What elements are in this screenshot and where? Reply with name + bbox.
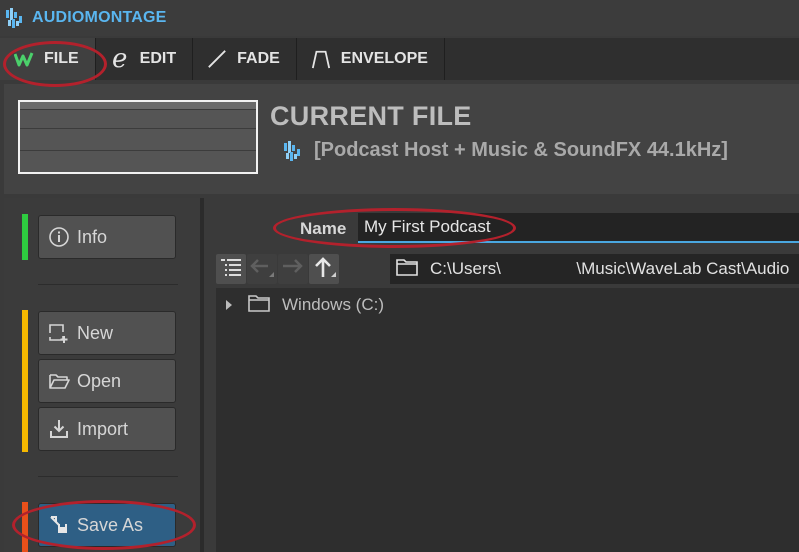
info-button-label: Info <box>77 226 108 247</box>
file-ops-group-accent <box>22 310 28 452</box>
sidebar-divider <box>38 476 178 477</box>
sidebar-divider <box>38 284 178 285</box>
save-group-accent <box>22 502 28 552</box>
file-name-input[interactable] <box>358 213 799 243</box>
arrow-right-icon <box>280 255 306 284</box>
tree-item-windows-drive[interactable]: Windows (C:) <box>216 292 384 318</box>
tree-item-label: Windows (C:) <box>282 295 385 314</box>
path-field[interactable]: C:\Users\ \Music\WaveLab Cast\Audio <box>390 254 799 284</box>
import-icon <box>47 418 71 440</box>
wavelab-logo-icon <box>14 48 34 70</box>
montage-thumbnail[interactable] <box>18 100 258 174</box>
info-button[interactable]: Info <box>38 215 176 259</box>
folder-tree: Windows (C:) <box>216 288 799 552</box>
tab-file-label: FILE <box>44 50 79 67</box>
save-as-button[interactable]: Save As <box>38 503 176 547</box>
open-button[interactable]: Open <box>38 359 176 403</box>
save-as-icon <box>47 514 71 536</box>
app-title: AUDIOMONTAGE <box>32 9 167 26</box>
thumbnail-track-line <box>20 128 256 129</box>
file-sidebar: Info New Open Import Save As <box>4 198 200 552</box>
import-button-label: Import <box>77 418 129 439</box>
info-group-accent <box>22 214 28 260</box>
new-file-icon <box>47 322 71 344</box>
current-file-header: CURRENT FILE [Podcast Host + Music & Sou… <box>4 84 799 194</box>
new-button-label: New <box>77 322 114 343</box>
info-icon <box>47 226 71 248</box>
audiomontage-icon <box>6 8 22 28</box>
envelope-shape-icon <box>311 48 331 70</box>
import-button[interactable]: Import <box>38 407 176 451</box>
folder-icon <box>248 294 270 317</box>
arrow-left-icon <box>249 255 275 284</box>
open-button-label: Open <box>77 370 122 391</box>
folder-icon <box>396 258 418 281</box>
tab-envelope-label: ENVELOPE <box>340 50 428 67</box>
forward-button[interactable] <box>278 254 308 284</box>
path-text: C:\Users\ \Music\WaveLab Cast\Audio <box>430 259 790 278</box>
current-file-description: [Podcast Host + Music & SoundFX 44.1kHz] <box>282 139 728 162</box>
e-letter-icon: e <box>111 44 128 74</box>
ribbon-tab-bar: FILE e EDIT FADE ENVELOPE <box>0 38 799 80</box>
up-folder-button[interactable] <box>309 254 339 284</box>
tab-fade-label: FADE <box>237 50 280 67</box>
name-label: Name <box>300 219 347 238</box>
file-description-text: [Podcast Host + Music & SoundFX 44.1kHz] <box>314 139 728 161</box>
fade-line-icon <box>207 48 227 70</box>
arrow-up-icon <box>311 255 337 284</box>
audiomontage-file-icon <box>284 140 300 161</box>
current-file-title: CURRENT FILE <box>270 101 472 131</box>
expand-arrow-icon[interactable] <box>226 300 232 310</box>
new-button[interactable]: New <box>38 311 176 355</box>
back-button[interactable] <box>247 254 277 284</box>
tab-edit[interactable]: e EDIT <box>96 38 194 80</box>
tab-fade[interactable]: FADE <box>193 38 297 80</box>
thumbnail-track-line <box>20 150 256 151</box>
tab-file[interactable]: FILE <box>0 38 96 80</box>
title-bar: AUDIOMONTAGE <box>0 0 799 36</box>
save-as-button-label: Save As <box>77 514 144 535</box>
tab-edit-label: EDIT <box>139 50 177 67</box>
tab-envelope[interactable]: ENVELOPE <box>297 38 445 80</box>
thumbnail-ruler <box>20 102 256 110</box>
tree-view-toggle-button[interactable] <box>216 254 246 284</box>
tree-list-icon <box>220 257 242 282</box>
save-as-panel: Name C:\Users\ <box>204 198 799 552</box>
browser-toolbar: C:\Users\ \Music\WaveLab Cast\Audio <box>216 253 799 285</box>
open-folder-icon <box>47 370 71 392</box>
